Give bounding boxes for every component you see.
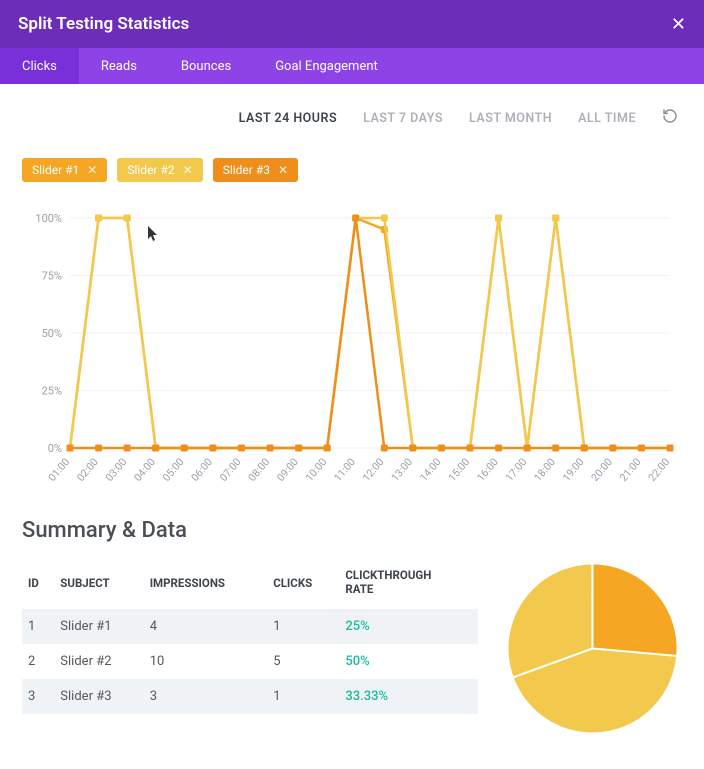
cell-clicks: 1 <box>267 679 339 714</box>
modal-title: Split Testing Statistics <box>18 14 189 34</box>
svg-text:01:00: 01:00 <box>46 456 73 484</box>
time-range-last-month[interactable]: LAST MONTH <box>469 111 552 126</box>
cell-rate: 33.33% <box>339 679 478 714</box>
svg-text:11:00: 11:00 <box>331 456 358 484</box>
svg-text:20:00: 20:00 <box>588 456 615 484</box>
tab-bounces[interactable]: Bounces <box>159 48 253 84</box>
cell-subject: Slider #1 <box>54 609 143 644</box>
col-subject: SUBJECT <box>54 561 143 609</box>
table-row: 2Slider #210550% <box>22 644 478 679</box>
chip-label: Slider #1 <box>32 163 79 177</box>
svg-text:02:00: 02:00 <box>74 456 101 484</box>
svg-text:100%: 100% <box>35 212 62 225</box>
cell-clicks: 1 <box>267 609 339 644</box>
data-table: IDSUBJECTIMPRESSIONSCLICKSCLICKTHROUGHRA… <box>22 561 478 714</box>
time-range-tabs: LAST 24 HOURS LAST 7 DAYS LAST MONTH ALL TI… <box>22 108 678 128</box>
svg-text:03:00: 03:00 <box>103 456 130 484</box>
pie-chart <box>502 561 682 736</box>
chip-remove-icon[interactable]: ✕ <box>87 163 97 177</box>
cell-rate: 50% <box>339 644 478 679</box>
chip-remove-icon[interactable]: ✕ <box>183 163 193 177</box>
col-id: ID <box>22 561 54 609</box>
table-row: 3Slider #33133.33% <box>22 679 478 714</box>
chip-remove-icon[interactable]: ✕ <box>278 163 288 177</box>
svg-text:16:00: 16:00 <box>474 456 501 484</box>
svg-text:17:00: 17:00 <box>503 456 530 484</box>
svg-text:13:00: 13:00 <box>388 456 415 484</box>
table-row: 1Slider #14125% <box>22 609 478 644</box>
svg-text:14:00: 14:00 <box>417 456 444 484</box>
svg-text:09:00: 09:00 <box>274 456 301 484</box>
series-chip-3[interactable]: Slider #3 ✕ <box>213 158 298 182</box>
svg-text:75%: 75% <box>42 270 62 283</box>
time-range-last-7-days[interactable]: LAST 7 DAYS <box>363 111 443 126</box>
cell-id: 1 <box>22 609 54 644</box>
series-chip-1[interactable]: Slider #1 ✕ <box>22 158 107 182</box>
svg-text:07:00: 07:00 <box>217 456 244 484</box>
metric-tabs: ClicksReadsBouncesGoal Engagement <box>0 48 704 84</box>
series-chips: Slider #1 ✕ Slider #2 ✕ Slider #3 ✕ <box>22 158 682 182</box>
time-range-last-24-hours[interactable]: LAST 24 HOURS <box>239 111 337 126</box>
summary-heading: Summary & Data <box>22 518 682 543</box>
svg-text:04:00: 04:00 <box>131 456 158 484</box>
col-impressions: IMPRESSIONS <box>144 561 268 609</box>
modal-header: Split Testing Statistics ✕ <box>0 0 704 48</box>
tab-goal-engagement[interactable]: Goal Engagement <box>253 48 400 84</box>
svg-text:12:00: 12:00 <box>360 456 387 484</box>
col-clickthrough-rate: CLICKTHROUGHRATE <box>339 561 478 609</box>
cell-rate: 25% <box>339 609 478 644</box>
svg-text:22:00: 22:00 <box>646 456 673 484</box>
cell-impressions: 10 <box>144 644 268 679</box>
svg-text:50%: 50% <box>42 327 62 340</box>
svg-text:21:00: 21:00 <box>617 456 644 484</box>
cell-id: 3 <box>22 679 54 714</box>
time-range-all-time[interactable]: ALL TIME <box>578 111 636 126</box>
cell-subject: Slider #3 <box>54 679 143 714</box>
series-chip-2[interactable]: Slider #2 ✕ <box>117 158 202 182</box>
cell-impressions: 3 <box>144 679 268 714</box>
line-chart: 0%25%50%75%100%01:0002:0003:0004:0005:00… <box>22 208 682 468</box>
cell-id: 2 <box>22 644 54 679</box>
cell-impressions: 4 <box>144 609 268 644</box>
svg-text:0%: 0% <box>48 442 62 455</box>
svg-text:05:00: 05:00 <box>160 456 187 484</box>
svg-text:25%: 25% <box>42 385 62 398</box>
refresh-icon[interactable] <box>662 108 678 128</box>
close-icon[interactable]: ✕ <box>671 14 686 35</box>
svg-text:15:00: 15:00 <box>446 456 473 484</box>
svg-text:19:00: 19:00 <box>560 456 587 484</box>
chip-label: Slider #2 <box>127 163 174 177</box>
cell-clicks: 5 <box>267 644 339 679</box>
tab-reads[interactable]: Reads <box>79 48 159 84</box>
chip-label: Slider #3 <box>223 163 270 177</box>
svg-text:08:00: 08:00 <box>246 456 273 484</box>
tab-clicks[interactable]: Clicks <box>0 48 79 84</box>
svg-text:18:00: 18:00 <box>531 456 558 484</box>
col-clicks: CLICKS <box>267 561 339 609</box>
svg-text:06:00: 06:00 <box>188 456 215 484</box>
cell-subject: Slider #2 <box>54 644 143 679</box>
svg-text:10:00: 10:00 <box>303 456 330 484</box>
